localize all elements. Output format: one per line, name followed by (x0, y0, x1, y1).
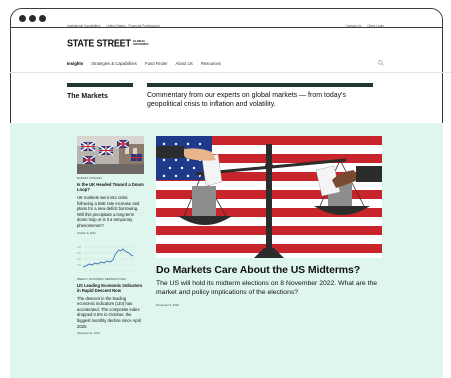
logo-wordmark: STATE STREET (67, 37, 131, 49)
close-window-dot[interactable] (19, 15, 26, 22)
page-description: Commentary from our experts on global ma… (147, 92, 346, 108)
page-title: The Markets (67, 93, 108, 100)
line-chart-thumbnail[interactable] (77, 242, 135, 275)
featured-article: Do Markets Care About the US Midterms? T… (156, 136, 382, 307)
nav-item-about-us[interactable]: About Us (176, 61, 193, 66)
nav-item-fund-finder[interactable]: Fund Finder (145, 61, 168, 66)
nav-item-insights[interactable]: Insights (67, 61, 83, 66)
accent-bar (147, 83, 373, 87)
featured-article-date: November 3, 2022 (156, 303, 180, 307)
article-title-link[interactable]: US Leading Economic Indicators in Rapid … (77, 283, 144, 293)
featured-article-description: The US will hold its midterm elections o… (156, 280, 377, 296)
utility-link-region[interactable]: United States - Financial Professional (106, 24, 159, 28)
article-tag: MARKET UPDATES (77, 177, 102, 180)
midterms-illustration[interactable] (156, 136, 382, 258)
utility-link-capabilities[interactable]: Institutional Capabilities (67, 24, 101, 28)
nav-item-resources[interactable]: Resources (201, 61, 221, 66)
logo-subtitle: GLOBAL ADVISORS (132, 38, 149, 46)
nav-item-strategies[interactable]: Strategies & Capabilities (91, 61, 137, 66)
accent-bar (67, 83, 133, 87)
site-logo[interactable]: STATE STREET GLOBAL ADVISORS (67, 37, 149, 49)
search-icon[interactable] (378, 60, 384, 66)
utility-link-client-login[interactable]: Client Login (367, 24, 384, 28)
featured-article-title[interactable]: Do Markets Care About the US Midterms? (156, 264, 382, 276)
article-title-link[interactable]: Is the UK Headed Toward a Doom Loop? (77, 182, 144, 192)
main-nav: Insights Strategies & Capabilities Fund … (67, 58, 384, 70)
minimize-window-dot[interactable] (29, 15, 36, 22)
article-summary: UK markets went into crisis following a … (77, 195, 140, 228)
utility-bar: Institutional Capabilities United States… (67, 24, 384, 32)
uk-flags-thumbnail[interactable] (77, 136, 144, 174)
article-tag: WEEKLY ECONOMIC PERSPECTIVES (77, 277, 126, 281)
article-sidebar: MARKET UPDATES Is the UK Headed Toward a… (77, 136, 144, 335)
article-date: October 8, 2022 (77, 231, 96, 235)
article-summary: The descent in the leading economic indi… (77, 295, 142, 329)
maximize-window-dot[interactable] (39, 15, 46, 22)
article-date: November 21, 2022 (77, 332, 100, 336)
utility-link-contact[interactable]: Contact Us (345, 24, 361, 28)
nav-divider (10, 72, 451, 73)
